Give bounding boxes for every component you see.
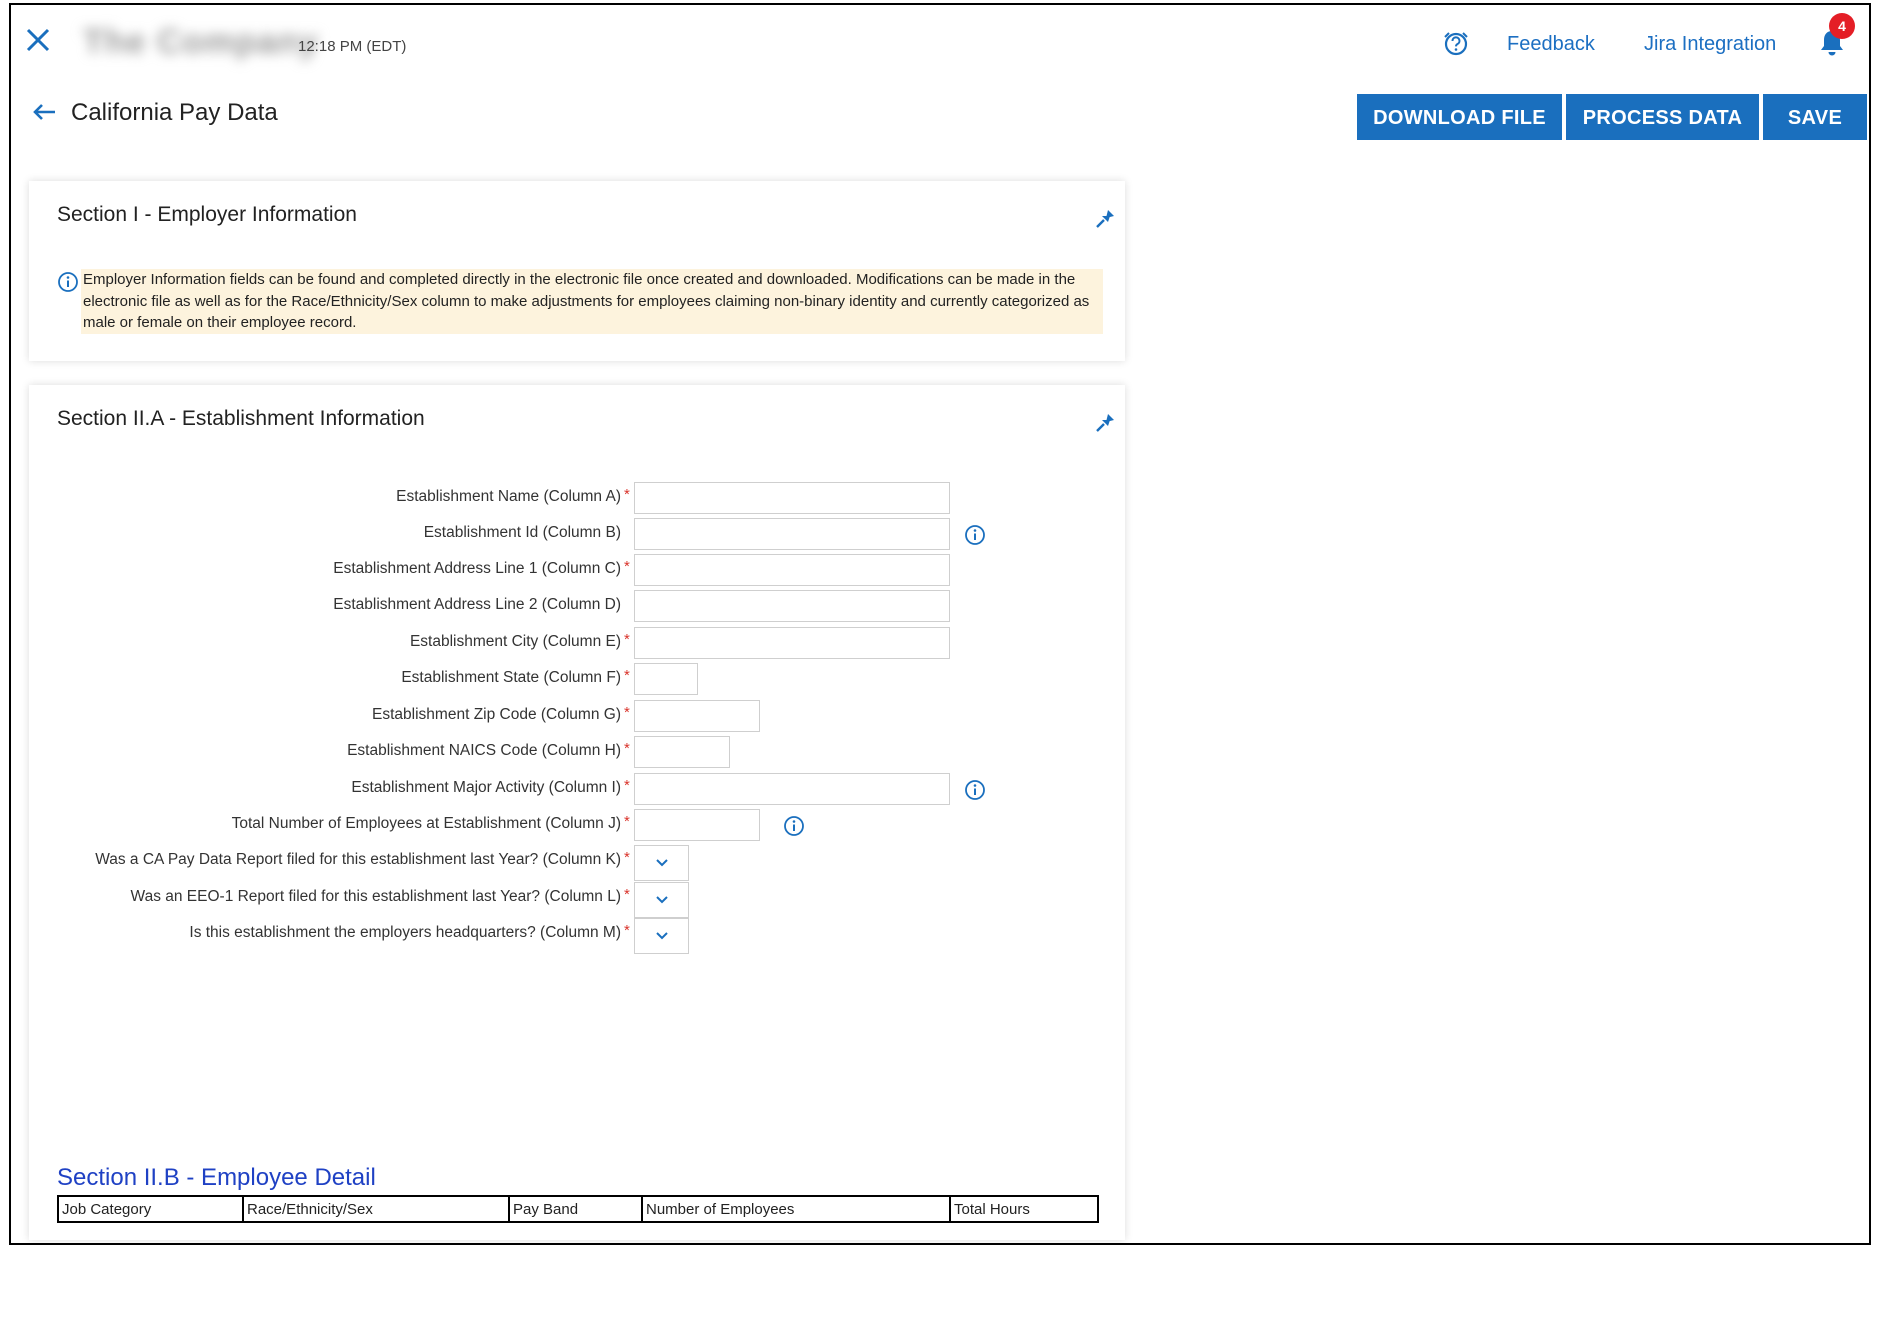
field-headquarters: Is this establishment the employers head… xyxy=(29,916,1125,954)
required-mark: * xyxy=(624,777,630,794)
process-data-button[interactable]: PROCESS DATA xyxy=(1566,94,1759,140)
back-arrow-icon[interactable] xyxy=(29,97,59,127)
field-ca-report-filed: Was a CA Pay Data Report filed for this … xyxy=(29,843,1125,881)
section-title: Section II.A - Establishment Information xyxy=(57,407,425,430)
collapse-icon[interactable] xyxy=(1093,409,1119,435)
required-mark: * xyxy=(624,631,630,648)
required-mark: * xyxy=(624,667,630,684)
field-establishment-id: Establishment Id (Column B) xyxy=(29,516,1125,552)
section-title: Section I - Employer Information xyxy=(57,203,357,226)
field-label: Is this establishment the employers head… xyxy=(189,924,621,941)
field-establishment-name: Establishment Name (Column A) * xyxy=(29,480,1125,516)
notice-text: Employer Information fields can be found… xyxy=(81,269,1103,334)
ca-report-select[interactable] xyxy=(634,845,689,881)
field-label: Was a CA Pay Data Report filed for this … xyxy=(95,851,621,868)
page-title: California Pay Data xyxy=(71,99,278,126)
column-header: Job Category xyxy=(57,1195,244,1223)
major-activity-input[interactable] xyxy=(634,773,950,805)
chevron-down-icon xyxy=(656,896,668,904)
field-label: Establishment City (Column E) xyxy=(409,633,621,650)
field-state: Establishment State (Column F) * xyxy=(29,661,1125,697)
help-icon[interactable] xyxy=(1441,29,1471,59)
eeo1-report-select[interactable] xyxy=(634,882,689,918)
field-total-employees: Total Number of Employees at Establishme… xyxy=(29,807,1125,843)
required-mark: * xyxy=(624,886,630,903)
save-button[interactable]: SAVE xyxy=(1763,94,1867,140)
column-header: Total Hours xyxy=(949,1195,1099,1223)
collapse-icon[interactable] xyxy=(1093,205,1119,231)
jira-integration-link[interactable]: Jira Integration xyxy=(1644,33,1776,56)
section-employer-information: Section I - Employer Information Employe… xyxy=(29,181,1125,361)
field-zip-code: Establishment Zip Code (Column G) * xyxy=(29,698,1125,734)
establishment-id-input[interactable] xyxy=(634,518,950,550)
required-mark: * xyxy=(624,704,630,721)
info-icon xyxy=(57,271,79,293)
app-window: The Company 12:18 PM (EDT) Feedback Jira… xyxy=(9,3,1871,1245)
field-naics-code: Establishment NAICS Code (Column H) * xyxy=(29,734,1125,770)
info-notice: Employer Information fields can be found… xyxy=(57,269,1109,335)
required-mark: * xyxy=(624,922,630,939)
required-mark: * xyxy=(624,849,630,866)
chevron-down-icon xyxy=(656,859,668,867)
column-header: Number of Employees xyxy=(641,1195,951,1223)
naics-code-input[interactable] xyxy=(634,736,730,768)
field-label: Establishment Major Activity (Column I) xyxy=(351,779,621,796)
field-label: Establishment State (Column F) xyxy=(401,669,621,686)
field-label: Establishment Name (Column A) xyxy=(396,488,621,505)
zip-code-input[interactable] xyxy=(634,700,760,732)
field-address-line-2: Establishment Address Line 2 (Column D) xyxy=(29,588,1125,624)
field-label: Establishment Id (Column B) xyxy=(423,524,621,541)
app-title: The Company xyxy=(83,23,319,61)
city-input[interactable] xyxy=(634,627,950,659)
field-label: Establishment Address Line 2 (Column D) xyxy=(333,596,621,613)
info-icon[interactable] xyxy=(783,815,805,837)
state-input[interactable] xyxy=(634,663,698,695)
field-label: Total Number of Employees at Establishme… xyxy=(231,815,621,832)
required-mark: * xyxy=(624,486,630,503)
column-header: Pay Band xyxy=(508,1195,643,1223)
field-label: Was an EEO-1 Report filed for this estab… xyxy=(130,888,621,905)
field-label: Establishment NAICS Code (Column H) xyxy=(347,742,621,759)
chevron-down-icon xyxy=(656,932,668,940)
download-file-button[interactable]: DOWNLOAD FILE xyxy=(1357,94,1562,140)
table-header-row: Job Category Race/Ethnicity/Sex Pay Band… xyxy=(57,1195,1099,1223)
required-mark: * xyxy=(624,813,630,830)
total-employees-input[interactable] xyxy=(634,809,760,841)
info-icon[interactable] xyxy=(964,779,986,801)
required-mark: * xyxy=(624,740,630,757)
address-line-1-input[interactable] xyxy=(634,554,950,586)
field-major-activity: Establishment Major Activity (Column I) … xyxy=(29,771,1125,807)
notification-badge: 4 xyxy=(1829,13,1855,39)
section-establishment-information: Section II.A - Establishment Information… xyxy=(29,385,1125,1240)
info-icon[interactable] xyxy=(964,524,986,546)
field-label: Establishment Address Line 1 (Column C) xyxy=(333,560,621,577)
feedback-link[interactable]: Feedback xyxy=(1507,33,1595,56)
field-label: Establishment Zip Code (Column G) xyxy=(372,706,621,723)
clock-time: 12:18 PM (EDT) xyxy=(298,38,407,55)
establishment-name-input[interactable] xyxy=(634,482,950,514)
column-header: Race/Ethnicity/Sex xyxy=(242,1195,510,1223)
section-employee-detail-title: Section II.B - Employee Detail xyxy=(57,1164,376,1191)
field-city: Establishment City (Column E) * xyxy=(29,625,1125,661)
close-icon[interactable] xyxy=(23,25,53,55)
employee-detail-table: Job Category Race/Ethnicity/Sex Pay Band… xyxy=(57,1195,1099,1223)
field-address-line-1: Establishment Address Line 1 (Column C) … xyxy=(29,552,1125,588)
headquarters-select[interactable] xyxy=(634,918,689,954)
field-eeo1-report-filed: Was an EEO-1 Report filed for this estab… xyxy=(29,880,1125,918)
address-line-2-input[interactable] xyxy=(634,590,950,622)
required-mark: * xyxy=(624,558,630,575)
